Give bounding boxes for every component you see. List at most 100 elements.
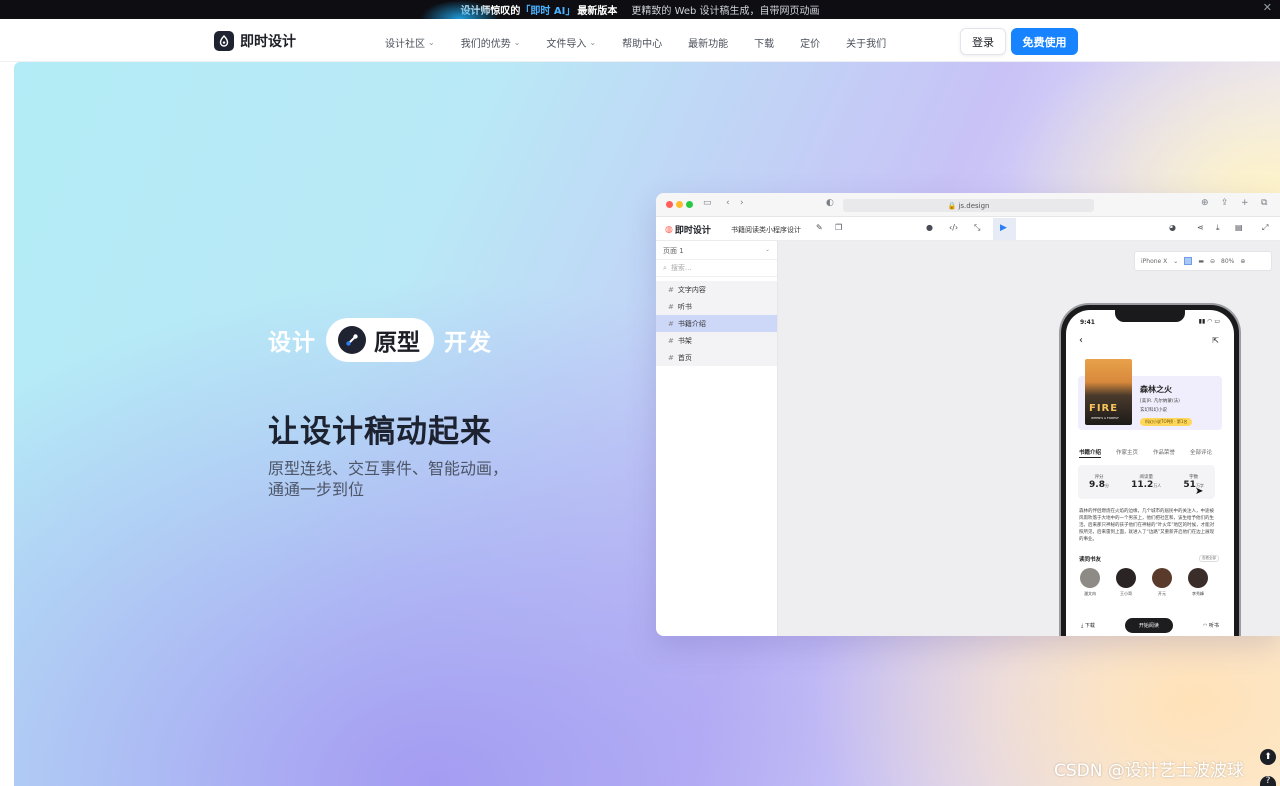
zoom-level: 80% bbox=[1221, 257, 1235, 265]
avatar bbox=[1188, 568, 1208, 588]
maximize-dot bbox=[686, 201, 693, 208]
comment-icon: ● bbox=[926, 223, 933, 232]
book-tabs: 书籍介绍 作家主页 作品荣誉 全部评论 bbox=[1079, 448, 1229, 458]
chevron-down-icon: ⌄ bbox=[764, 246, 770, 253]
help-icon[interactable]: ? bbox=[1260, 776, 1276, 786]
zoom-out-icon: ⊖ bbox=[1209, 257, 1216, 265]
avatar bbox=[1116, 568, 1136, 588]
menu-item-features[interactable]: 最新功能 bbox=[688, 35, 728, 50]
stat-value: 9.8 bbox=[1089, 480, 1105, 490]
layer-item: # 首页 bbox=[656, 349, 777, 366]
frame-icon: # bbox=[668, 336, 674, 345]
menu-item-community[interactable]: 设计社区 ⌄ bbox=[385, 35, 435, 50]
share-icon: ⇱ bbox=[1212, 336, 1219, 345]
close-dot bbox=[666, 201, 673, 208]
page-select: 页面 1 bbox=[663, 247, 684, 255]
banner-tail: 最新版本 bbox=[577, 6, 618, 17]
drop-icon: ◍ bbox=[665, 224, 673, 235]
layer-search: ⌕ 搜索... bbox=[656, 259, 777, 277]
keyboard-icon: ▬ bbox=[1198, 257, 1204, 265]
cover-subtitle: WHEN'S A FOREST bbox=[1091, 416, 1119, 420]
tab-intro: 书籍介绍 bbox=[1079, 450, 1102, 458]
banner-desc: 更精致的 Web 设计稿生成，自带网页动画 bbox=[631, 6, 820, 17]
banner-highlight: 「即时 AI」 bbox=[520, 6, 576, 17]
search-icon: ⌕ bbox=[663, 263, 667, 272]
pen-icon: ✎ bbox=[816, 223, 823, 232]
book-cover: FIRE WHEN'S A FOREST bbox=[1085, 359, 1132, 425]
menu-item-import[interactable]: 文件导入 ⌄ bbox=[546, 35, 596, 50]
code-icon: ‹/› bbox=[949, 223, 959, 232]
brand-name: 即时设计 bbox=[240, 34, 296, 50]
avatar bbox=[1080, 568, 1100, 588]
device-zoom-bar: iPhone X ⌄ ▬ ⊖ 80% ⊕ bbox=[1134, 251, 1272, 271]
pill-prototype[interactable]: 原型 bbox=[326, 318, 434, 362]
menu-item-pricing[interactable]: 定价 bbox=[800, 35, 820, 50]
stat-readers: 阅读量 11.2万人 bbox=[1131, 474, 1161, 490]
logo-icon bbox=[214, 31, 234, 51]
layer-label: 文字内容 bbox=[677, 285, 706, 294]
editor-toolbar: ◍ 即时设计 书籍阅读类小程序设计 ✎ ❐ ● ‹/› ⤡ ▶ ◕ ⋖ ⤓ ▤ ⤢ bbox=[656, 217, 1280, 241]
brand-logo[interactable]: 即时设计 bbox=[214, 31, 296, 51]
download-label: 下载 bbox=[1084, 623, 1095, 629]
top-navigation: 即时设计 设计社区 ⌄ 我们的优势 ⌄ 文件导入 ⌄ 帮助中心 最新功能 下载 定价 … bbox=[0, 19, 1280, 62]
layer-item: # 文字内容 bbox=[656, 281, 777, 298]
fullscreen-icon: ⤢ bbox=[1262, 223, 1269, 232]
chevron-down-icon: ⌄ bbox=[513, 38, 521, 47]
zoom-in-icon: ⊕ bbox=[1240, 257, 1246, 265]
stat-unit: 万人 bbox=[1153, 483, 1162, 488]
layer-label: 听书 bbox=[677, 302, 692, 311]
cover-title: FIRE bbox=[1089, 403, 1119, 414]
editor-logo-text: 即时设计 bbox=[674, 226, 711, 236]
forward-icon: › bbox=[740, 198, 744, 208]
link-icon bbox=[338, 326, 366, 354]
book-tag: 科幻小说TOP榜 · 第1名 bbox=[1140, 418, 1193, 426]
device-select: iPhone X bbox=[1141, 257, 1168, 265]
chevron-down-icon: ⌄ bbox=[589, 38, 597, 47]
phone-screen: 9:41 ▮▮ ◠ ▭ ‹ ⇱ FIRE WHEN'S A FOREST 森林之… bbox=[1066, 310, 1234, 636]
listen-action: ◠ 听书 bbox=[1203, 622, 1219, 629]
phone-notch bbox=[1115, 310, 1185, 322]
component-icon: ❐ bbox=[835, 223, 843, 232]
new-tab-icon: + bbox=[1241, 198, 1249, 208]
pill-design: 设计 bbox=[268, 330, 316, 356]
phone-bottom-bar: ⤓ 下载 开始阅读 ◠ 听书 bbox=[1066, 618, 1234, 633]
read-button: 开始阅读 bbox=[1124, 618, 1173, 633]
download-icon: ⤓ bbox=[1081, 623, 1084, 629]
frame-toggle-icon bbox=[1184, 257, 1193, 265]
close-icon[interactable]: ✕ bbox=[1263, 1, 1272, 14]
hero-headline: 让设计稿动起来 bbox=[268, 414, 492, 450]
pill-prototype-label: 原型 bbox=[374, 330, 420, 356]
chevron-down-icon: ⌄ bbox=[1173, 257, 1179, 265]
friend-name: 王小哥 bbox=[1120, 591, 1132, 596]
url-text: js.design bbox=[958, 201, 990, 210]
main-menu: 设计社区 ⌄ 我们的优势 ⌄ 文件导入 ⌄ 帮助中心 最新功能 下载 定价 关于我们 bbox=[385, 35, 886, 50]
stat-rating: 评分 9.8分 bbox=[1089, 474, 1109, 490]
layer-search-placeholder: 搜索... bbox=[670, 264, 692, 272]
layout-icon: ▤ bbox=[1235, 223, 1243, 232]
menu-item-about[interactable]: 关于我们 bbox=[846, 35, 886, 50]
book-genre: 玄幻科幻小说 bbox=[1140, 408, 1167, 413]
product-screenshot: ▭ ‹ › ◐ 🔒 js.design ⊕ ⇪ + ⧉ ◍ 即时设计 书籍阅读类小… bbox=[656, 193, 1280, 636]
menu-item-advantages[interactable]: 我们的优势 ⌄ bbox=[461, 35, 521, 50]
free-trial-button[interactable]: 免费使用 bbox=[1011, 28, 1078, 55]
avatar bbox=[1152, 568, 1172, 588]
tab-author: 作家主页 bbox=[1116, 450, 1139, 456]
stat-value: 11.2 bbox=[1131, 480, 1154, 490]
layer-item: # 听书 bbox=[656, 298, 777, 315]
scroll-top-icon[interactable]: ⬆ bbox=[1260, 749, 1276, 765]
editor-logo: ◍ 即时设计 bbox=[665, 223, 711, 237]
layer-label: 首页 bbox=[677, 353, 692, 362]
workflow-pill-row: 设计 原型 开发 bbox=[268, 318, 492, 362]
export-icon: ⤓ bbox=[1216, 223, 1220, 232]
menu-item-download[interactable]: 下载 bbox=[754, 35, 774, 50]
prototype-link-icon: ⤡ bbox=[974, 223, 981, 232]
menu-item-help[interactable]: 帮助中心 bbox=[622, 35, 662, 50]
design-canvas: 9:41 ▮▮ ◠ ▭ ‹ ⇱ FIRE WHEN'S A FOREST 森林之… bbox=[778, 241, 1280, 636]
promo-banner[interactable]: 设计师惊叹的 「即时 AI」 最新版本 更精致的 Web 设计稿生成，自带网页动… bbox=[0, 0, 1280, 19]
login-button[interactable]: 登录 bbox=[960, 28, 1006, 55]
friend-item: 开元 bbox=[1150, 568, 1174, 597]
play-icon: ▶ bbox=[1000, 223, 1007, 233]
layer-label: 书籍介绍 bbox=[677, 319, 706, 328]
share-node-icon: ⋖ bbox=[1197, 223, 1204, 232]
stat-unit: 分 bbox=[1105, 483, 1109, 488]
